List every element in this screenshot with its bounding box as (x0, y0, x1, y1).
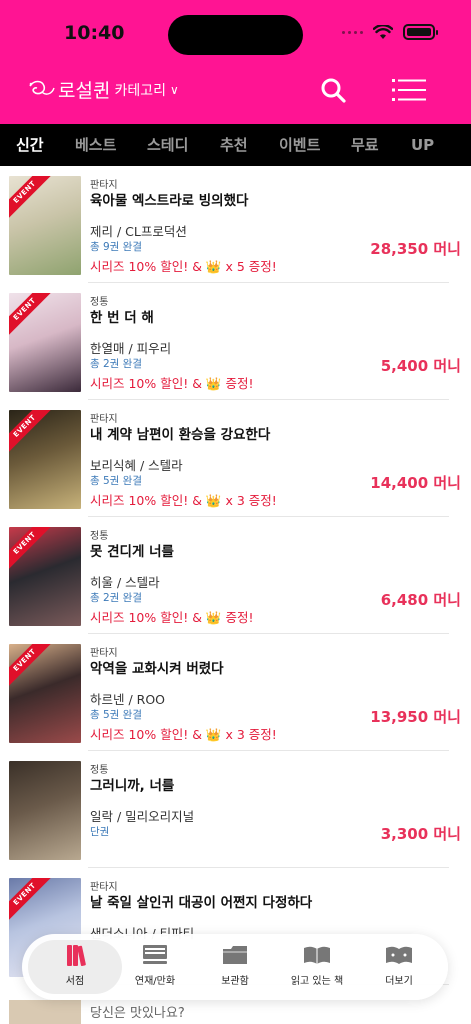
book-title: 내 계약 남편이 환승을 강요한다 (90, 427, 271, 443)
book-cover: EVENT (9, 176, 81, 275)
book-price: 14,400 머니 (370, 474, 461, 492)
book-cover (9, 761, 81, 860)
book-title: 한 번 더 해 (90, 310, 154, 326)
book-promo: 시리즈 10% 할인! & 👑 x 5 증정! (90, 259, 277, 274)
bottom-nav-more[interactable]: 더보기 (356, 942, 442, 987)
book-cover: EVENT (9, 527, 81, 626)
tab-free[interactable]: 무료 (351, 124, 379, 166)
logo-swirl-icon (29, 80, 55, 95)
signal-icon (342, 30, 363, 34)
event-ribbon: EVENT (9, 176, 55, 222)
tab-event[interactable]: 이벤트 (279, 124, 320, 166)
category-tabs: 신간 베스트 스테디 추천 이벤트 무료 UP (0, 124, 471, 166)
logo-category-selector[interactable]: 로설퀸 카테고리 ∨ (26, 76, 179, 103)
book-volumes: 총 9권 완결 (90, 241, 142, 253)
open-book-icon (304, 946, 330, 964)
bottom-nav-label: 보관함 (221, 976, 249, 987)
bottom-nav-label: 연재/만화 (134, 976, 176, 987)
bottom-nav-label: 읽고 있는 책 (290, 976, 344, 987)
book-volumes: 총 5권 완결 (90, 475, 142, 487)
bottom-nav-label: 더보기 (385, 976, 413, 987)
tab-recommend[interactable]: 추천 (220, 124, 248, 166)
list-item-partial[interactable]: 당신은 맛있나요? (0, 1000, 471, 1024)
stack-icon (143, 945, 167, 964)
bottom-nav-library[interactable]: 보관함 (192, 942, 278, 987)
tab-best[interactable]: 베스트 (75, 124, 116, 166)
bottom-nav-label: 서점 (65, 976, 85, 987)
book-promo: 시리즈 10% 할인! & 👑 x 3 증정! (90, 493, 277, 508)
book-list-item[interactable]: EVENT 판타지 악역을 교화시켜 버렸다 하르넨 / ROO 총 5권 완결 시리즈 … (0, 634, 471, 751)
event-ribbon: EVENT (9, 644, 55, 690)
event-ribbon: EVENT (9, 293, 55, 339)
hamburger-menu-icon[interactable] (392, 78, 426, 102)
book-volumes: 단권 (90, 826, 110, 838)
book-list-item[interactable]: EVENT 정통 한 번 더 해 한열매 / 피우리 총 2권 완결 시리즈 10% 할인… (0, 283, 471, 400)
event-ribbon: EVENT (9, 410, 55, 456)
book-volumes: 총 2권 완결 (90, 358, 142, 370)
chevron-down-icon: ∨ (169, 82, 179, 97)
app-header: 10:40 로설퀸 카테고리 ∨ (0, 0, 471, 124)
book-title: 육아물 엑스트라로 빙의했다 (90, 193, 249, 209)
book-volumes: 총 5권 완결 (90, 709, 142, 721)
more-book-icon (386, 946, 412, 964)
dynamic-island (168, 15, 303, 55)
book-title: 악역을 교화시켜 버렸다 (90, 661, 224, 677)
book-author: 보리식혜 / 스텔라 (90, 458, 183, 473)
book-author: 히울 / 스텔라 (90, 575, 160, 590)
tab-new[interactable]: 신간 (16, 124, 44, 166)
status-icons (342, 24, 438, 40)
bottom-nav-serial-comics[interactable]: 연재/만화 (112, 942, 198, 987)
book-cover: EVENT (9, 644, 81, 743)
book-list-item[interactable]: EVENT 판타지 내 계약 남편이 환승을 강요한다 보리식혜 / 스텔라 총 5권 … (0, 400, 471, 517)
bottom-nav-reading[interactable]: 읽고 있는 책 (274, 942, 360, 987)
book-cover: EVENT (9, 293, 81, 392)
book-list-item[interactable]: EVENT 판타지 육아물 엑스트라로 빙의했다 제리 / CL프로덕션 총 9권 완결… (0, 166, 471, 283)
book-cover: EVENT (9, 410, 81, 509)
bottom-nav-bookstore[interactable]: 서점 (32, 942, 118, 987)
book-volumes: 총 2권 완결 (90, 592, 142, 604)
book-title: 못 견디게 너를 (90, 544, 174, 560)
book-price: 5,400 머니 (380, 357, 461, 375)
book-author: 일락 / 밀리오리지널 (90, 809, 195, 824)
book-promo: 시리즈 10% 할인! & 👑 x 3 증정! (90, 727, 277, 742)
folder-icon (223, 946, 247, 964)
book-author: 하르넨 / ROO (90, 692, 166, 707)
book-price: 13,950 머니 (370, 708, 461, 726)
wifi-icon (373, 24, 393, 39)
logo-text: 로설퀸 (58, 80, 111, 102)
book-cover (9, 1000, 81, 1024)
book-list-item[interactable]: EVENT 정통 못 견디게 너를 히울 / 스텔라 총 2권 완결 시리즈 10% 할인… (0, 517, 471, 634)
battery-icon (403, 24, 438, 40)
book-price: 3,300 머니 (380, 825, 461, 843)
tab-up[interactable]: UP (411, 124, 434, 166)
book-title: 날 죽일 살인귀 대공이 어쩐지 다정하다 (90, 895, 313, 911)
search-icon[interactable] (320, 77, 346, 103)
event-ribbon: EVENT (9, 527, 55, 573)
book-author: 한열매 / 피우리 (90, 341, 172, 356)
book-author: 제리 / CL프로덕션 (90, 224, 187, 239)
book-title: 그러니까, 너를 (90, 778, 175, 794)
book-promo: 시리즈 10% 할인! & 👑 증정! (90, 376, 254, 391)
book-list-item[interactable]: 정통 그러니까, 너를 일락 / 밀리오리지널 단권 3,300 머니 (0, 751, 471, 868)
book-price: 6,480 머니 (380, 591, 461, 609)
tab-steady[interactable]: 스테디 (147, 124, 188, 166)
book-price: 28,350 머니 (370, 240, 461, 258)
bottom-navigation: 서점 연재/만화 보관함 읽고 있는 책 더보기 (22, 934, 448, 1000)
book-promo: 시리즈 10% 할인! & 👑 증정! (90, 610, 254, 625)
book-title: 당신은 맛있나요? (90, 1006, 185, 1021)
category-label: 카테고리 (114, 82, 166, 99)
books-icon (67, 945, 86, 967)
event-ribbon: EVENT (9, 878, 55, 924)
status-time: 10:40 (64, 22, 125, 44)
